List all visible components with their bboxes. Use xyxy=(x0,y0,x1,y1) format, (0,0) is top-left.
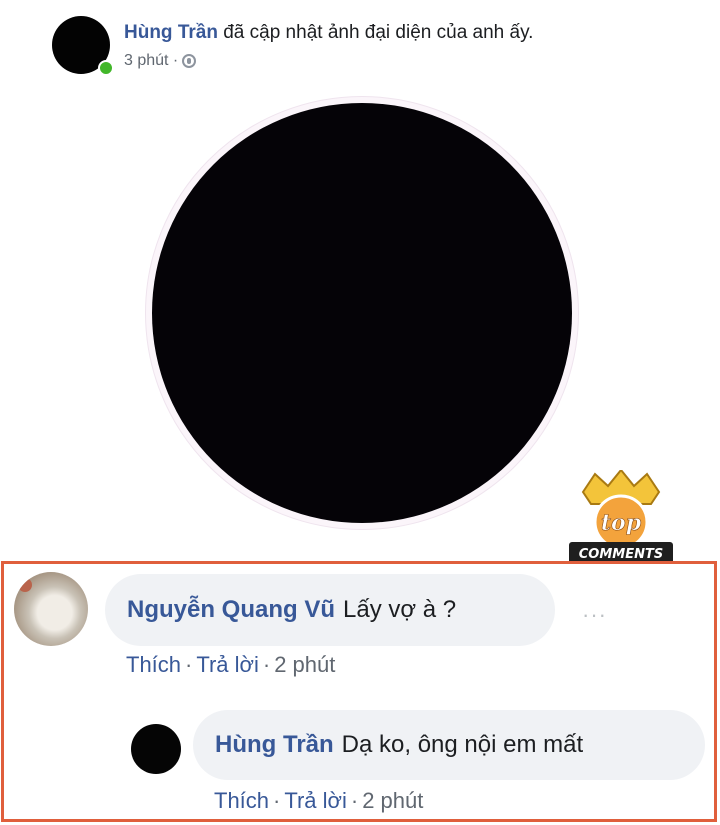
post-header-line: Hùng Trần đã cập nhật ảnh đại diện của a… xyxy=(124,22,533,44)
top-comment-thread: Nguyễn Quang Vũ Lấy vợ à ? ··· Thích · Trả… xyxy=(1,561,717,822)
post-meta: 3 phút · xyxy=(124,52,197,70)
badge-comments-text: COMMENTS xyxy=(579,547,663,562)
separator: · xyxy=(185,652,193,677)
reply-actions: Thích · Trả lời · 2 phút xyxy=(214,788,423,814)
separator: · xyxy=(273,788,281,813)
post-action-text: đã cập nhật ảnh đại diện của anh ấy. xyxy=(217,22,534,43)
reply-bubble: Hùng Trần Dạ ko, ông nội em mất xyxy=(193,710,705,780)
commenter-name-link[interactable]: Nguyễn Quang Vũ xyxy=(127,596,335,624)
comment-time[interactable]: 2 phút xyxy=(274,652,335,677)
top-comments-badge: top COMMENTS xyxy=(569,470,673,564)
reply-like-button[interactable]: Thích xyxy=(214,788,269,813)
reply-reply-button[interactable]: Trả lời xyxy=(284,788,347,813)
online-status-icon xyxy=(98,60,114,76)
post-time[interactable]: 3 phút · xyxy=(124,52,178,70)
separator: · xyxy=(262,652,271,677)
reply-text: Dạ ko, ông nội em mất xyxy=(341,731,584,758)
reply-author-name-link[interactable]: Hùng Trần xyxy=(215,731,334,759)
badge-top-text: top xyxy=(601,510,642,536)
comment-text: Lấy vợ à ? xyxy=(343,596,457,623)
globe-icon[interactable] xyxy=(182,54,197,68)
commenter-avatar[interactable] xyxy=(14,572,88,646)
author-name-link[interactable]: Hùng Trần xyxy=(124,22,218,43)
profile-photo[interactable] xyxy=(152,103,572,523)
more-options-icon[interactable]: ··· xyxy=(582,602,607,628)
comment-bubble: Nguyễn Quang Vũ Lấy vợ à ? xyxy=(105,574,555,646)
like-button[interactable]: Thích xyxy=(126,652,181,677)
separator: · xyxy=(350,788,359,813)
reply-author-avatar[interactable] xyxy=(131,724,181,774)
reply-button[interactable]: Trả lời xyxy=(196,652,259,677)
reply-time[interactable]: 2 phút xyxy=(362,788,423,813)
comment-actions: Thích · Trả lời · 2 phút xyxy=(126,652,335,678)
